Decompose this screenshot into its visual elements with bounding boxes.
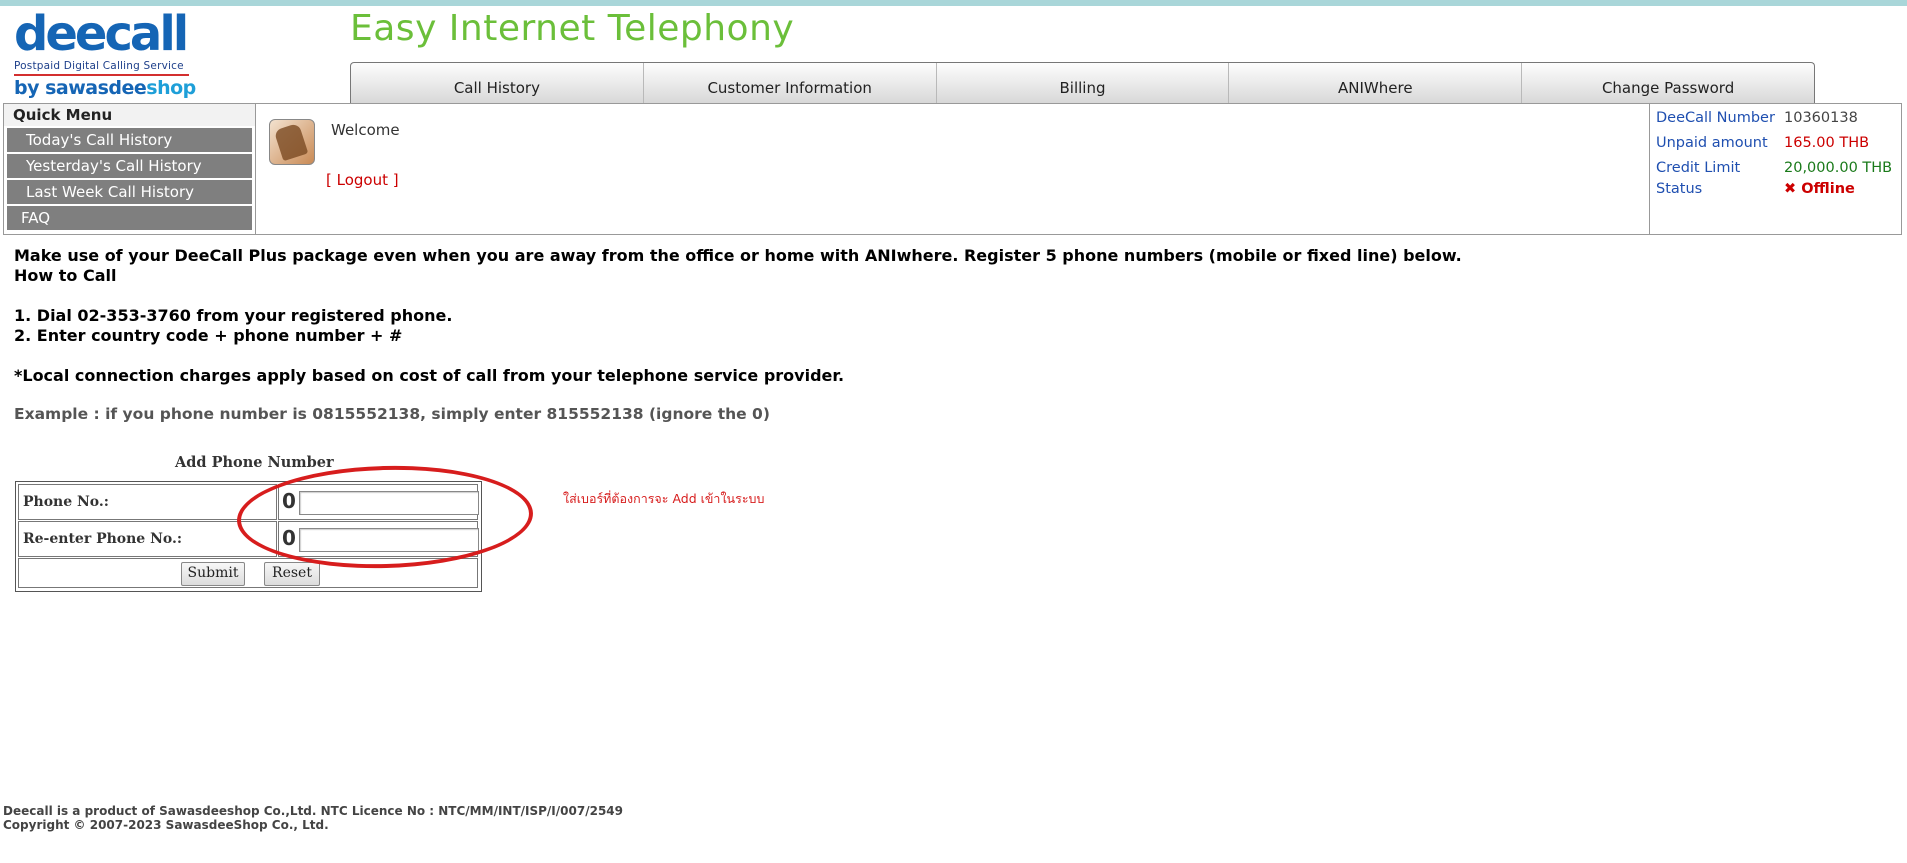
- quick-menu-item-faq[interactable]: FAQ: [7, 206, 252, 230]
- footer-licence: Deecall is a product of Sawasdeeshop Co.…: [3, 804, 623, 818]
- deecall-number-value: 10360138: [1784, 110, 1858, 126]
- footer: Deecall is a product of Sawasdeeshop Co.…: [3, 804, 623, 832]
- status-value: ✖ Offline: [1784, 181, 1855, 197]
- charges-note: *Local connection charges apply based on…: [14, 366, 845, 385]
- how-to-call-heading: How to Call: [14, 266, 117, 285]
- avatar: [269, 119, 315, 165]
- quick-menu-item-last-week[interactable]: Last Week Call History: [7, 180, 252, 204]
- logo-subtitle: Postpaid Digital Calling Service: [14, 60, 184, 72]
- aniwhere-instructions: Make use of your DeeCall Plus package ev…: [14, 246, 1462, 386]
- x-icon: ✖: [1784, 181, 1797, 197]
- tab-customer-information[interactable]: Customer Information: [644, 63, 937, 103]
- welcome-text: Welcome: [331, 121, 400, 139]
- example-text: Example : if you phone number is 0815552…: [14, 405, 770, 423]
- unpaid-amount-label: Unpaid amount: [1656, 135, 1768, 151]
- deecall-number-label: DeeCall Number: [1656, 110, 1775, 126]
- deecall-number-row: DeeCall Number 10360138: [1656, 110, 1858, 126]
- step-2: 2. Enter country code + phone number + #: [14, 326, 403, 345]
- credit-limit-value: 20,000.00 THB: [1784, 160, 1893, 176]
- top-accent-bar: [0, 0, 1907, 6]
- credit-limit-label: Credit Limit: [1656, 160, 1741, 176]
- account-summary: DeeCall Number 10360138 Unpaid amount 165.…: [1649, 104, 1902, 234]
- main-nav: Call History Customer Information Billin…: [350, 62, 1815, 103]
- step-1: 1. Dial 02-353-3760 from your registered…: [14, 306, 453, 325]
- tab-call-history[interactable]: Call History: [351, 63, 644, 103]
- logo-wordmark: deecall: [14, 6, 189, 62]
- tab-billing[interactable]: Billing: [937, 63, 1230, 103]
- intro-line: Make use of your DeeCall Plus package ev…: [14, 246, 1462, 265]
- reset-button[interactable]: Reset: [264, 562, 320, 586]
- unpaid-amount-row: Unpaid amount 165.00 THB: [1656, 135, 1869, 151]
- submit-button[interactable]: Submit: [181, 562, 245, 586]
- status-row: Status ✖ Offline: [1656, 181, 1855, 197]
- quick-menu-item-yesterday[interactable]: Yesterday's Call History: [7, 154, 252, 178]
- quick-menu: Quick Menu Today's Call History Yesterda…: [4, 104, 256, 234]
- logo-divider: [14, 74, 189, 76]
- logout-link[interactable]: [ Logout ]: [326, 171, 399, 189]
- status-label: Status: [1656, 181, 1703, 197]
- account-panel: Quick Menu Today's Call History Yesterda…: [3, 103, 1902, 235]
- avatar-figure-icon: [273, 122, 309, 162]
- unpaid-amount-value: 165.00 THB: [1784, 135, 1870, 151]
- footer-copyright: Copyright © 2007-2023 SawasdeeShop Co., …: [3, 818, 329, 832]
- deecall-logo[interactable]: deecall Postpaid Digital Calling Service…: [14, 6, 204, 99]
- tab-aniwhere[interactable]: ANIWhere: [1229, 63, 1523, 103]
- highlight-circle: [235, 462, 535, 572]
- logo-byline: by sawasdeeshop: [14, 77, 196, 99]
- quick-menu-item-today[interactable]: Today's Call History: [7, 128, 252, 152]
- tab-change-password[interactable]: Change Password: [1522, 63, 1814, 103]
- site-tagline: Easy Internet Telephony: [350, 8, 795, 49]
- annotation-note: ใส่เบอร์ที่ต้องการจะ Add เข้าในระบบ: [563, 491, 765, 506]
- quick-menu-title: Quick Menu: [4, 104, 255, 126]
- credit-limit-row: Credit Limit 20,000.00 THB: [1656, 160, 1892, 176]
- form-title: Add Phone Number: [175, 454, 334, 471]
